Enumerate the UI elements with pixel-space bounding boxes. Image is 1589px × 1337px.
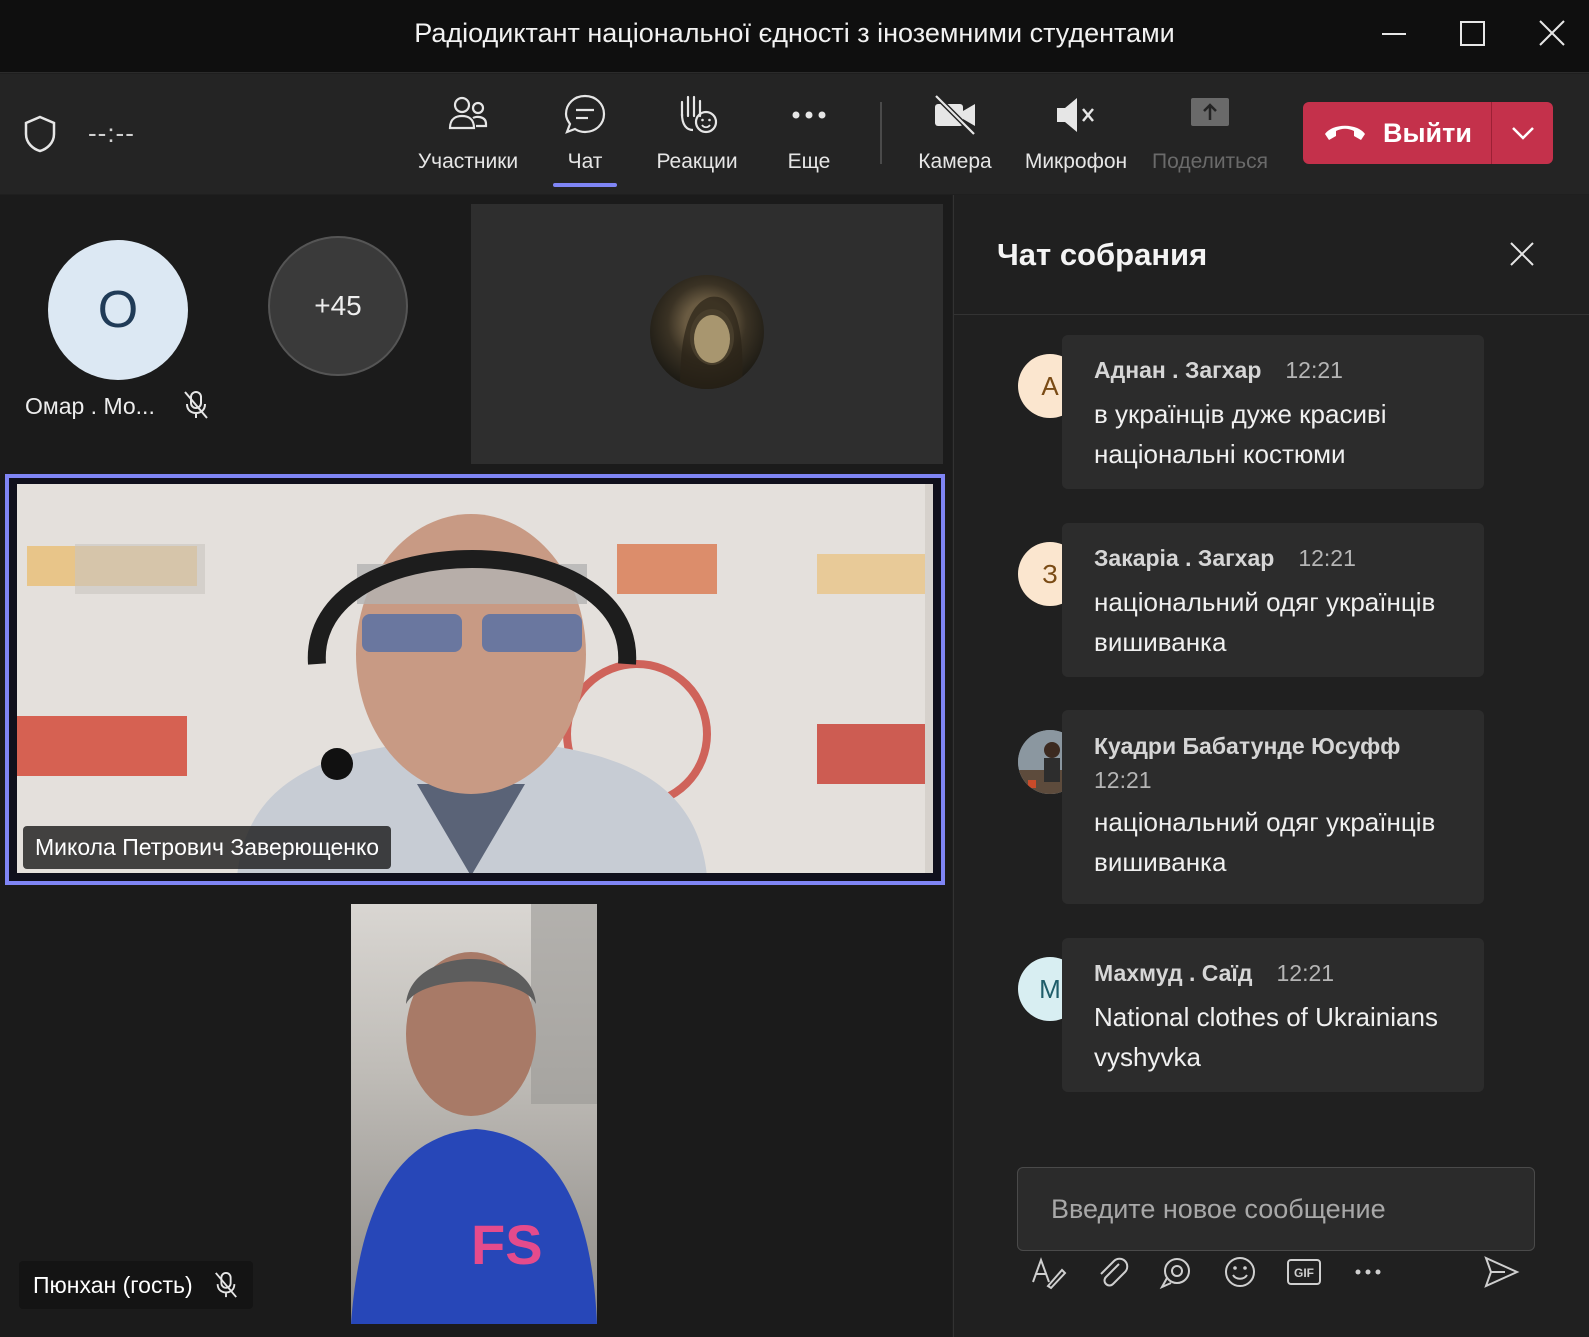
- message-time: 12:21: [1298, 545, 1356, 571]
- message-meta: Куадри Бабатунде Юсуфф 12:21: [1094, 732, 1452, 800]
- microphone-button[interactable]: Микрофон: [1021, 92, 1131, 186]
- leave-options-button[interactable]: [1492, 102, 1553, 164]
- message-time: 12:21: [1285, 357, 1343, 383]
- more-button[interactable]: Еще: [779, 92, 839, 186]
- participants-button[interactable]: Участники: [413, 92, 523, 186]
- message-author: Аднан . Загхар: [1094, 357, 1262, 383]
- message-author: Закаріа . Загхар: [1094, 545, 1275, 571]
- leave-main[interactable]: Выйти: [1303, 102, 1491, 164]
- chat-label: Чат: [567, 150, 603, 173]
- maximize-icon[interactable]: [1448, 12, 1498, 60]
- message-text: національний одяг українців вишиванка: [1094, 587, 1436, 657]
- chevron-down-icon: [1511, 127, 1534, 140]
- message-input[interactable]: [1018, 1168, 1534, 1250]
- meeting-timer: --:--: [88, 118, 135, 148]
- video-stage: О Омар . Мо... +45 Микола Петрович Завер…: [0, 195, 952, 1337]
- camera-button[interactable]: Камера: [912, 92, 998, 186]
- speaker-name: Микола Петрович Заверющенко: [23, 826, 392, 869]
- guest-video-tile[interactable]: FS: [351, 904, 597, 1324]
- share-button[interactable]: Поделиться: [1151, 92, 1269, 186]
- more-icon: [792, 111, 826, 119]
- mic-off-icon: [214, 1272, 237, 1298]
- message-time: 12:21: [1094, 767, 1152, 793]
- shield-icon[interactable]: [22, 114, 58, 154]
- hang-up-icon: [1325, 125, 1365, 140]
- leave-label: Выйти: [1383, 117, 1472, 148]
- message-time: 12:21: [1276, 960, 1335, 986]
- chat-active-indicator: [553, 183, 617, 187]
- microphone-label: Микрофон: [1024, 150, 1128, 173]
- leave-button[interactable]: Выйти: [1303, 102, 1553, 164]
- chat-header: Чат собрания: [954, 195, 1589, 315]
- speaker-mute-icon: [1057, 98, 1094, 132]
- chat-message[interactable]: Куадри Бабатунде Юсуфф 12:21 національний…: [1062, 710, 1484, 904]
- video-tile[interactable]: [471, 204, 943, 464]
- compose-box[interactable]: [1017, 1167, 1535, 1251]
- close-window-icon[interactable]: [1527, 12, 1577, 60]
- window-title: Радіодиктант національної єдності з іноз…: [414, 18, 1175, 48]
- meeting-chat-panel: Чат собрания А Аднан . Загхар 12:21 в укр…: [953, 195, 1589, 1337]
- chat-message[interactable]: Аднан . Загхар 12:21 в українців дуже кра…: [1062, 335, 1484, 489]
- message-text: в українців дуже красиві національні кос…: [1094, 399, 1387, 469]
- participant-avatar-photo: [650, 275, 764, 389]
- mic-off-icon: [182, 389, 210, 421]
- chat-message[interactable]: Махмуд . Саїд 12:21 National clothes of U…: [1062, 938, 1484, 1092]
- toolbar-divider: [880, 102, 882, 164]
- title-bar: Радіодиктант національної єдності з іноз…: [0, 0, 1589, 73]
- message-meta: Махмуд . Саїд 12:21: [1094, 960, 1452, 987]
- speaker-video: [17, 484, 933, 873]
- loop-icon[interactable]: [1156, 1252, 1196, 1292]
- more-label: Еще: [787, 150, 831, 173]
- svg-text:FS: FS: [471, 1213, 543, 1276]
- participants-icon: [448, 96, 488, 130]
- gif-icon[interactable]: GIF: [1284, 1252, 1324, 1292]
- guest-name: Пюнхан (гость): [33, 1271, 193, 1298]
- chat-title: Чат собрания: [997, 237, 1208, 272]
- send-icon[interactable]: [1481, 1252, 1521, 1292]
- avatar[interactable]: О: [48, 240, 188, 380]
- format-icon[interactable]: [1028, 1252, 1068, 1292]
- chat-button[interactable]: Чат: [555, 92, 615, 186]
- message-text: National clothes of Ukrainians vyshyvka: [1094, 1002, 1438, 1072]
- chat-message[interactable]: Закаріа . Загхар 12:21 національний одяг …: [1062, 523, 1484, 677]
- speaker-video-frame: [17, 484, 925, 873]
- message-author: Махмуд . Саїд: [1094, 960, 1253, 986]
- close-icon[interactable]: [1507, 239, 1537, 269]
- participant-name: Омар . Мо...: [25, 393, 155, 419]
- raise-hand-icon: [680, 95, 718, 134]
- more-participants-badge[interactable]: +45: [268, 236, 408, 376]
- message-author: Куадри Бабатунде Юсуфф: [1094, 733, 1401, 759]
- reactions-button[interactable]: Реакции: [647, 92, 747, 186]
- camera-off-icon: [934, 94, 976, 136]
- chat-icon: [564, 94, 606, 134]
- message-text: національний одяг українців вишиванка: [1094, 807, 1436, 877]
- minimize-icon[interactable]: [1369, 12, 1419, 60]
- svg-text:GIF: GIF: [1294, 1266, 1314, 1280]
- active-speaker-tile[interactable]: Микола Петрович Заверющенко: [5, 474, 945, 885]
- share-icon: [1191, 98, 1229, 126]
- attach-icon[interactable]: [1092, 1252, 1132, 1292]
- message-meta: Закаріа . Загхар 12:21: [1094, 545, 1452, 572]
- camera-label: Камера: [918, 150, 992, 173]
- more-options-icon[interactable]: [1348, 1252, 1388, 1292]
- guest-video-frame: FS: [351, 904, 597, 1324]
- message-meta: Аднан . Загхар 12:21: [1094, 357, 1452, 384]
- emoji-icon[interactable]: [1220, 1252, 1260, 1292]
- meeting-toolbar: --:-- Участники Чат Реакции Еще Камера М…: [0, 74, 1589, 194]
- share-label: Поделиться: [1152, 150, 1268, 173]
- reactions-label: Реакции: [656, 150, 738, 173]
- participants-label: Участники: [417, 150, 519, 173]
- guest-name-badge: Пюнхан (гость): [19, 1261, 253, 1309]
